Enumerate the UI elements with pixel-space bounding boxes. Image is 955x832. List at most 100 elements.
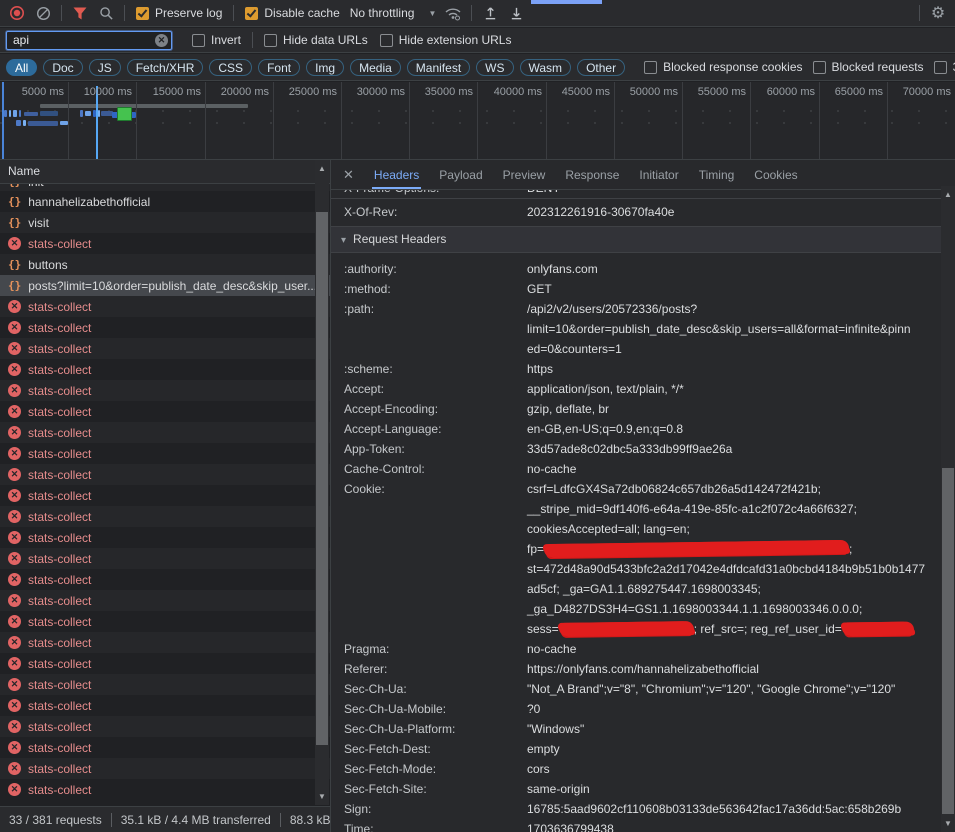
request-row[interactable]: ✕stats-collect xyxy=(0,695,330,716)
type-filter-img[interactable]: Img xyxy=(306,59,344,76)
close-icon[interactable]: ✕ xyxy=(337,167,364,183)
request-row[interactable]: ✕stats-collect xyxy=(0,632,330,653)
request-row[interactable]: ✕stats-collect xyxy=(0,611,330,632)
request-row[interactable]: ✕stats-collect xyxy=(0,758,330,779)
request-row[interactable]: ✕stats-collect xyxy=(0,737,330,758)
timeline-tick-label: 35000 ms xyxy=(407,86,473,98)
request-row[interactable]: ✕stats-collect xyxy=(0,464,330,485)
checkbox-unchecked-icon xyxy=(934,61,947,74)
request-row[interactable]: ✕stats-collect xyxy=(0,443,330,464)
request-row[interactable]: {}hannahelizabethofficial xyxy=(0,191,330,212)
request-row[interactable]: {}buttons xyxy=(0,254,330,275)
request-row[interactable]: ✕stats-collect xyxy=(0,296,330,317)
fetch-request-icon: {} xyxy=(8,279,21,292)
search-button[interactable] xyxy=(93,2,119,24)
request-row[interactable]: ✕stats-collect xyxy=(0,674,330,695)
type-filter-doc[interactable]: Doc xyxy=(43,59,82,76)
request-row[interactable]: ✕stats-collect xyxy=(0,359,330,380)
request-row[interactable]: ✕stats-collect xyxy=(0,401,330,422)
header-row: Sec-Ch-Ua-Mobile:?0 xyxy=(331,699,941,719)
failed-request-icon: ✕ xyxy=(8,363,21,376)
type-filter-all[interactable]: All xyxy=(6,59,37,76)
disable-cache-checkbox[interactable]: Disable cache xyxy=(245,6,339,20)
throttling-dropdown[interactable]: No throttling ▼ xyxy=(350,6,437,20)
tab-timing[interactable]: Timing xyxy=(689,160,745,189)
preserve-log-checkbox[interactable]: Preserve log xyxy=(136,6,222,20)
section-title: Request Headers xyxy=(353,232,446,246)
waterfall-bar xyxy=(98,110,100,117)
clear-filter-icon[interactable]: ✕ xyxy=(155,34,168,47)
tab-response[interactable]: Response xyxy=(555,160,629,189)
type-filter-manifest[interactable]: Manifest xyxy=(407,59,470,76)
request-row[interactable]: ✕stats-collect xyxy=(0,422,330,443)
clear-button[interactable] xyxy=(30,2,56,24)
hide-data-urls-checkbox[interactable]: Hide data URLs xyxy=(264,33,368,47)
request-row[interactable]: ✕stats-collect xyxy=(0,653,330,674)
request-row[interactable]: ✕stats-collect xyxy=(0,506,330,527)
header-row: :authority:onlyfans.com xyxy=(331,259,941,279)
settings-button[interactable]: ⚙ xyxy=(914,2,951,24)
request-row[interactable]: ✕stats-collect xyxy=(0,338,330,359)
blocked-requests-checkbox[interactable]: Blocked requests xyxy=(813,60,924,74)
scrollbar-thumb[interactable] xyxy=(942,468,954,814)
type-filter-wasm[interactable]: Wasm xyxy=(520,59,572,76)
header-value-text: empty xyxy=(527,742,560,756)
scroll-up-icon[interactable]: ▲ xyxy=(315,162,329,175)
timeline-overview[interactable]: 5000 ms10000 ms15000 ms20000 ms25000 ms3… xyxy=(0,82,955,160)
details-scrollbar[interactable]: ▲ ▼ xyxy=(941,186,955,832)
type-filter-fetch-xhr[interactable]: Fetch/XHR xyxy=(127,59,204,76)
request-row[interactable]: ✕stats-collect xyxy=(0,485,330,506)
type-filter-media[interactable]: Media xyxy=(350,59,401,76)
waterfall-bar xyxy=(9,110,11,117)
request-row[interactable]: ✕stats-collect xyxy=(0,569,330,590)
header-value-text: ; ref_src=; reg_ref_user_id= xyxy=(694,622,842,636)
tab-headers[interactable]: Headers xyxy=(364,160,429,189)
request-name: hannahelizabethofficial xyxy=(28,195,150,209)
preserve-log-label: Preserve log xyxy=(155,6,222,20)
scrollbar-thumb[interactable] xyxy=(316,212,328,745)
request-list-scrollbar[interactable]: ▲ ▼ xyxy=(315,160,329,805)
requests-count: 33 / 381 requests xyxy=(9,813,102,827)
type-filter-js[interactable]: JS xyxy=(89,59,121,76)
request-row[interactable]: ✕stats-collect xyxy=(0,233,330,254)
type-filter-other[interactable]: Other xyxy=(577,59,625,76)
import-har-button[interactable] xyxy=(477,2,503,24)
request-row[interactable]: ✕stats-collect xyxy=(0,380,330,401)
header-row: Sign:16785:5aad9602cf110608b03133de56364… xyxy=(331,799,941,819)
request-row[interactable]: {}visit xyxy=(0,212,330,233)
scroll-down-icon[interactable]: ▼ xyxy=(941,817,955,830)
request-headers-section-toggle[interactable]: ▾Request Headers xyxy=(331,227,941,253)
request-row[interactable]: ✕stats-collect xyxy=(0,716,330,737)
timeline-tick-label: 20000 ms xyxy=(203,86,269,98)
request-row[interactable]: {}init xyxy=(0,184,330,191)
hide-extension-urls-checkbox[interactable]: Hide extension URLs xyxy=(380,33,512,47)
request-row[interactable]: ✕stats-collect xyxy=(0,317,330,338)
checkbox-unchecked-icon xyxy=(380,34,393,47)
tab-preview[interactable]: Preview xyxy=(493,160,556,189)
3rd-party-requests-checkbox[interactable]: 3rd-party requests xyxy=(934,60,955,74)
export-har-button[interactable] xyxy=(503,2,529,24)
type-filter-font[interactable]: Font xyxy=(258,59,300,76)
request-row[interactable]: ✕stats-collect xyxy=(0,779,330,800)
tab-payload[interactable]: Payload xyxy=(429,160,492,189)
type-filter-css[interactable]: CSS xyxy=(209,59,252,76)
request-row[interactable]: ✕stats-collect xyxy=(0,548,330,569)
scroll-up-icon[interactable]: ▲ xyxy=(941,188,955,201)
invert-checkbox[interactable]: Invert xyxy=(192,33,241,47)
request-row[interactable]: ✕stats-collect xyxy=(0,590,330,611)
redaction-scribble xyxy=(559,621,694,636)
tab-initiator[interactable]: Initiator xyxy=(629,160,688,189)
blocked-response-cookies-checkbox[interactable]: Blocked response cookies xyxy=(644,60,802,74)
name-column-header[interactable]: Name xyxy=(0,160,330,184)
header-row: Accept:application/json, text/plain, */* xyxy=(331,379,941,399)
network-conditions-button[interactable] xyxy=(440,2,466,24)
record-button[interactable] xyxy=(4,2,30,24)
request-name: stats-collect xyxy=(28,615,91,629)
filter-input[interactable] xyxy=(6,31,172,50)
scroll-down-icon[interactable]: ▼ xyxy=(315,790,329,803)
tab-cookies[interactable]: Cookies xyxy=(744,160,807,189)
request-row[interactable]: ✕stats-collect xyxy=(0,527,330,548)
filter-toggle-button[interactable] xyxy=(67,2,93,24)
request-row[interactable]: {}posts?limit=10&order=publish_date_desc… xyxy=(0,275,330,296)
type-filter-ws[interactable]: WS xyxy=(476,59,513,76)
